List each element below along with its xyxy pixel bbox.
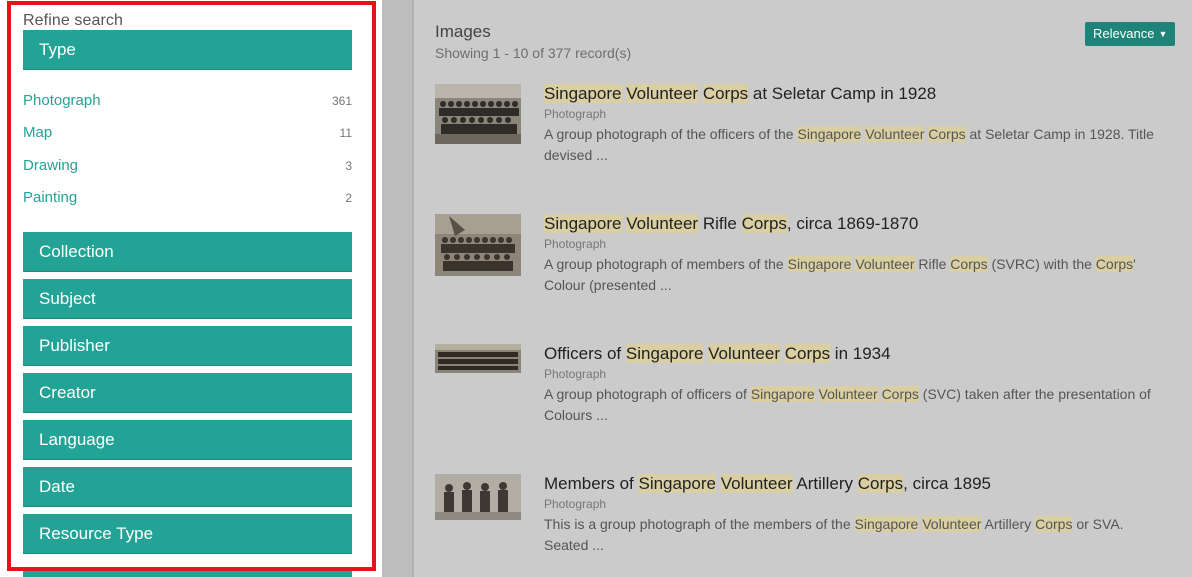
result-item: Officers of Singapore Volunteer Corps in… xyxy=(435,344,1175,444)
type-filter-label[interactable]: Painting xyxy=(23,189,77,206)
text-segment: Members of xyxy=(544,474,639,493)
search-term-highlight: Volunteer xyxy=(818,386,878,402)
text-segment: Rifle xyxy=(698,214,742,233)
refine-sidebar: Refine search Type Photograph 361 Map 11… xyxy=(0,0,382,577)
text-segment: A group photograph of the officers of th… xyxy=(544,126,798,142)
search-term-highlight: Corps xyxy=(784,344,831,363)
search-term-highlight: Volunteer xyxy=(626,214,699,233)
results-panel: Images Showing 1 - 10 of 377 record(s) R… xyxy=(414,0,1192,577)
text-segment: , circa 1895 xyxy=(903,474,992,493)
search-term-highlight: Corps xyxy=(741,214,787,233)
search-term-highlight: Corps xyxy=(1035,516,1073,532)
facet-language[interactable]: Language xyxy=(23,420,352,460)
search-term-highlight: Singapore xyxy=(750,386,815,402)
result-type-label: Photograph xyxy=(544,237,607,251)
search-term-highlight: Corps xyxy=(881,386,919,402)
result-description: This is a group photograph of the member… xyxy=(544,514,1169,556)
result-title-link[interactable]: Singapore Volunteer Corps at Seletar Cam… xyxy=(544,84,936,104)
search-term-highlight: Volunteer xyxy=(708,344,780,363)
caret-down-icon: ▼ xyxy=(1158,29,1168,39)
text-segment: Rifle xyxy=(914,256,951,272)
search-term-highlight: Singapore xyxy=(797,126,862,142)
refine-search-title: Refine search xyxy=(23,12,124,29)
type-filter-label[interactable]: Photograph xyxy=(23,92,101,109)
search-term-highlight: Singapore xyxy=(854,516,919,532)
text-segment xyxy=(815,386,819,402)
text-segment: , circa 1869-1870 xyxy=(786,214,919,233)
facet-date[interactable]: Date xyxy=(23,467,352,507)
type-filter-count: 3 xyxy=(345,159,352,173)
facet-subject[interactable]: Subject xyxy=(23,279,352,319)
result-item: Members of Singapore Volunteer Artillery… xyxy=(435,474,1175,574)
text-segment: Artillery xyxy=(792,474,858,493)
sort-label: Relevance xyxy=(1093,26,1155,41)
search-term-highlight: Corps xyxy=(1095,256,1134,272)
search-term-highlight: Singapore xyxy=(625,344,704,363)
type-filter-label[interactable]: Map xyxy=(23,124,52,141)
result-description: A group photograph of officers of Singap… xyxy=(544,384,1169,426)
search-term-highlight: Volunteer xyxy=(626,84,699,103)
result-title-link[interactable]: Members of Singapore Volunteer Artillery… xyxy=(544,474,991,494)
result-item: Singapore Volunteer Rifle Corps, circa 1… xyxy=(435,214,1175,314)
text-segment xyxy=(780,344,785,363)
facet-publisher[interactable]: Publisher xyxy=(23,326,352,366)
search-term-highlight: Corps xyxy=(702,84,749,103)
text-segment: A group photograph of officers of xyxy=(544,386,751,402)
type-filter-painting[interactable]: Painting 2 xyxy=(23,188,352,208)
result-description: A group photograph of the officers of th… xyxy=(544,124,1169,166)
type-filter-count: 2 xyxy=(345,191,352,205)
search-term-highlight: Corps xyxy=(857,474,904,493)
result-thumbnail[interactable] xyxy=(435,344,521,373)
search-term-highlight: Singapore xyxy=(638,474,716,493)
text-segment: (SVRC) with the xyxy=(987,256,1096,272)
text-segment: This is a group photograph of the member… xyxy=(544,516,855,532)
facet-creator[interactable]: Creator xyxy=(23,373,352,413)
type-filter-drawing[interactable]: Drawing 3 xyxy=(23,156,352,176)
results-count-text: Showing 1 - 10 of 377 record(s) xyxy=(435,45,632,61)
result-type-label: Photograph xyxy=(544,497,607,511)
type-filter-map[interactable]: Map 11 xyxy=(23,123,352,143)
facet-type-header[interactable]: Type xyxy=(23,30,352,70)
facet-next-partial[interactable] xyxy=(23,570,352,577)
result-type-label: Photograph xyxy=(544,367,607,381)
result-description: A group photograph of members of the Sin… xyxy=(544,254,1169,296)
text-segment: Officers of xyxy=(544,344,626,363)
search-term-highlight: Corps xyxy=(950,256,988,272)
search-term-highlight: Singapore xyxy=(544,214,622,233)
type-filter-count: 11 xyxy=(339,126,352,140)
results-section-title: Images xyxy=(435,22,491,41)
result-type-label: Photograph xyxy=(544,107,607,121)
text-segment: Artillery xyxy=(981,516,1036,532)
panel-gutter xyxy=(382,0,414,577)
search-term-highlight: Volunteer xyxy=(855,256,915,272)
text-segment xyxy=(878,386,882,402)
result-thumbnail[interactable] xyxy=(435,474,521,520)
text-segment: A group photograph of members of the xyxy=(544,256,788,272)
search-term-highlight: Singapore xyxy=(544,84,622,103)
result-title-link[interactable]: Officers of Singapore Volunteer Corps in… xyxy=(544,344,891,364)
search-term-highlight: Singapore xyxy=(787,256,852,272)
text-segment: at Seletar Camp in 1928 xyxy=(748,84,937,103)
result-thumbnail[interactable] xyxy=(435,214,521,276)
search-term-highlight: Corps xyxy=(928,126,966,142)
search-term-highlight: Volunteer xyxy=(922,516,982,532)
result-item: Singapore Volunteer Corps at Seletar Cam… xyxy=(435,84,1175,184)
search-term-highlight: Volunteer xyxy=(865,126,925,142)
text-segment: in 1934 xyxy=(830,344,891,363)
search-term-highlight: Volunteer xyxy=(720,474,793,493)
type-filter-count: 361 xyxy=(331,94,352,108)
facet-collection[interactable]: Collection xyxy=(23,232,352,272)
type-filter-label[interactable]: Drawing xyxy=(23,157,78,174)
type-filter-photograph[interactable]: Photograph 361 xyxy=(23,91,352,111)
result-thumbnail[interactable] xyxy=(435,84,521,144)
facet-resource-type[interactable]: Resource Type xyxy=(23,514,352,554)
result-title-link[interactable]: Singapore Volunteer Rifle Corps, circa 1… xyxy=(544,214,918,234)
sort-dropdown-button[interactable]: Relevance ▼ xyxy=(1085,22,1176,46)
